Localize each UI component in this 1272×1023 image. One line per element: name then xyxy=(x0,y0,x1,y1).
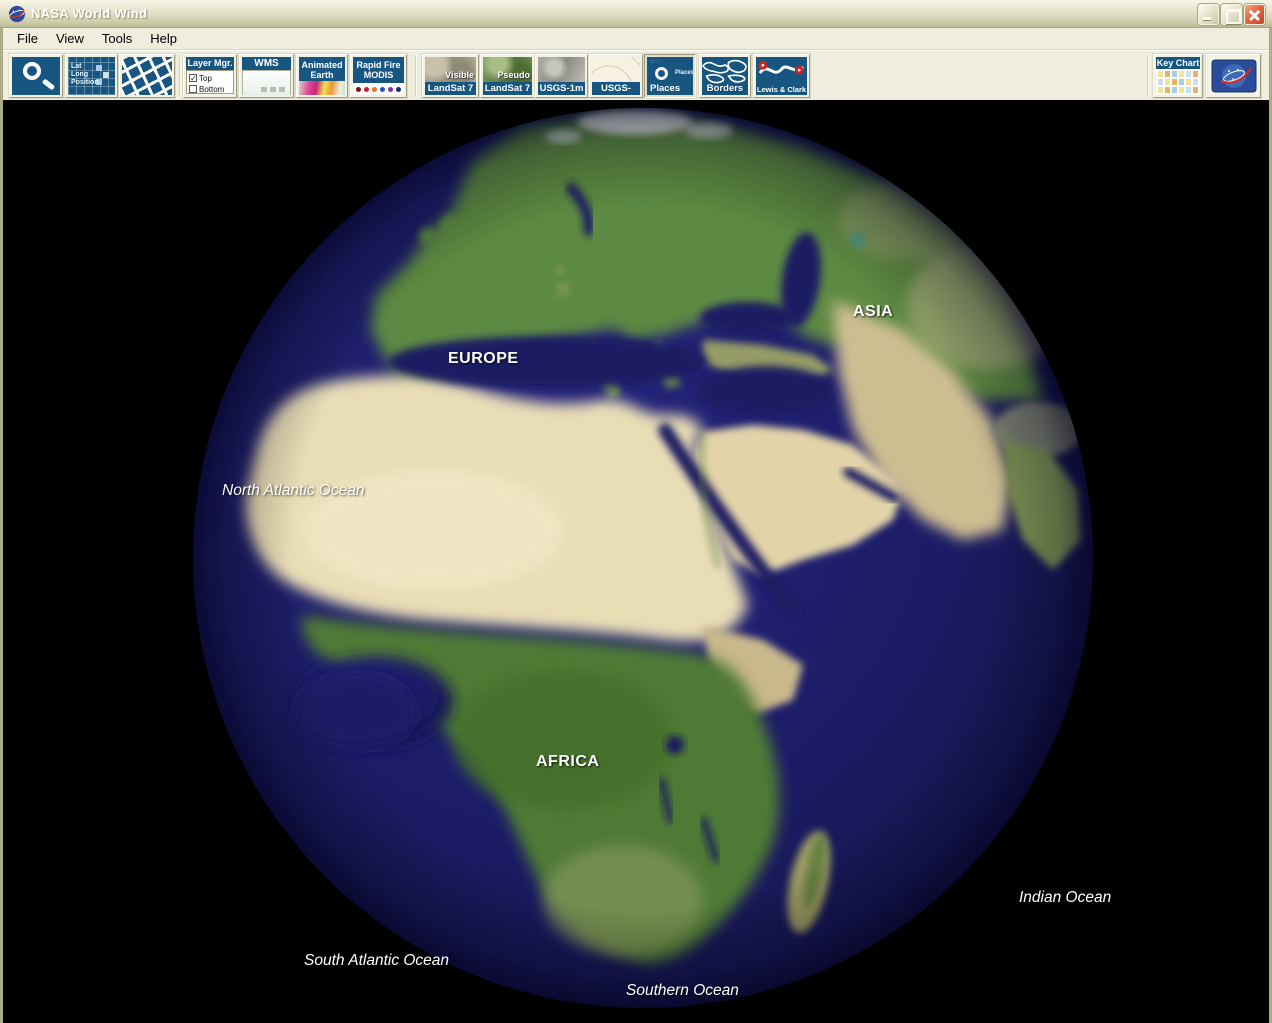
borders-button[interactable]: Borders xyxy=(699,54,751,98)
usgs-1m-button[interactable]: USGS-1m xyxy=(535,54,588,98)
wms-title: WMS xyxy=(242,57,291,70)
wms-window-icon xyxy=(242,70,291,95)
menu-tools[interactable]: Tools xyxy=(93,29,141,48)
title-bar[interactable]: NASA World Wind xyxy=(0,0,1272,28)
pseudo-landsat7-button[interactable]: Pseudo LandSat 7 xyxy=(480,54,535,98)
label-south-atlantic: South Atlantic Ocean xyxy=(304,952,449,970)
label-southern-ocean: Southern Ocean xyxy=(626,982,739,1000)
modis-dots-icon xyxy=(353,83,404,95)
key-chart-button[interactable]: Key Chart xyxy=(1153,54,1203,98)
menu-file[interactable]: File xyxy=(8,29,47,48)
toolbar: Lat Long Position Layer Mgr. ✓ Top xyxy=(3,50,1269,100)
animated-earth-icon xyxy=(299,81,345,95)
usgs-topo-thumbnail-icon xyxy=(592,57,640,84)
animated-earth-button[interactable]: Animated Earth xyxy=(296,54,348,98)
globe-canvas[interactable] xyxy=(3,100,1269,1023)
menu-bar: File View Tools Help xyxy=(3,28,1269,50)
key-chart-grid-icon xyxy=(1156,69,1200,95)
search-button[interactable] xyxy=(9,54,63,98)
rapid-fire-modis-button[interactable]: Rapid Fire MODIS xyxy=(350,54,407,98)
places-icon xyxy=(655,67,668,80)
close-button[interactable] xyxy=(1244,4,1265,25)
globe-grid-button[interactable] xyxy=(119,54,175,98)
nasa-meatball-icon xyxy=(1211,59,1257,93)
latlong-position-button[interactable]: Lat Long Position xyxy=(65,54,118,98)
menu-help[interactable]: Help xyxy=(141,29,186,48)
usgs-1m-thumbnail-icon xyxy=(538,57,585,84)
app-window: NASA World Wind File View Tools Help xyxy=(0,0,1272,1023)
checkbox-top: ✓ xyxy=(189,74,197,82)
layer-manager-button[interactable]: Layer Mgr. ✓ Top Bottom xyxy=(183,54,237,98)
places-button[interactable]: □ ▫ ▫ Places Places xyxy=(644,54,696,98)
label-north-atlantic: North Atlantic Ocean xyxy=(222,482,364,500)
checkbox-bottom xyxy=(189,85,197,93)
nasa-home-button[interactable] xyxy=(1206,54,1261,98)
label-indian-ocean: Indian Ocean xyxy=(1019,889,1111,907)
menu-view[interactable]: View xyxy=(47,29,93,48)
visible-landsat7-button[interactable]: Visible LandSat 7 xyxy=(422,54,479,98)
wms-button[interactable]: WMS xyxy=(239,54,294,98)
maximize-button[interactable] xyxy=(1221,4,1242,25)
globe-viewport: ASIA EUROPE AFRICA North Atlantic Ocean … xyxy=(3,100,1269,1023)
search-icon xyxy=(23,62,41,80)
label-africa: AFRICA xyxy=(536,753,599,771)
globe-grid-icon xyxy=(122,57,172,95)
toolbar-separator xyxy=(179,55,181,97)
window-title: NASA World Wind xyxy=(31,6,147,21)
lewis-clark-button[interactable]: Lewis & Clark xyxy=(753,54,810,98)
usgs-topo-button[interactable]: USGS-Topo xyxy=(589,54,643,98)
toolbar-separator xyxy=(415,55,417,97)
label-asia: ASIA xyxy=(853,303,893,321)
toolbar-separator xyxy=(1147,55,1149,97)
minimize-button[interactable] xyxy=(1198,4,1219,25)
label-europe: EUROPE xyxy=(448,350,519,368)
layer-manager-title: Layer Mgr. xyxy=(186,57,234,70)
nasa-logo-icon xyxy=(8,5,26,23)
